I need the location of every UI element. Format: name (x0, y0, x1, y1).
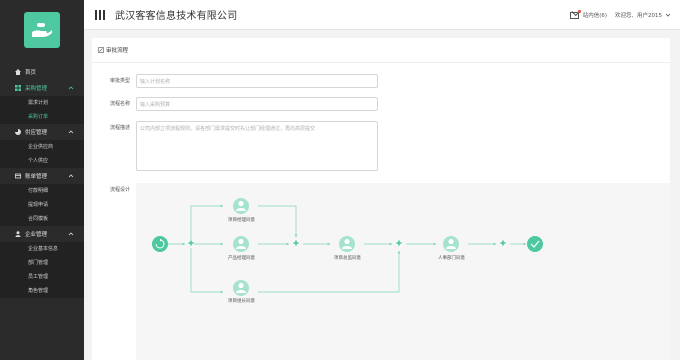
sidebar-group-label: 采购管理 (25, 86, 48, 92)
chevron-up-icon (68, 174, 74, 178)
sidebar-item-payment-details[interactable]: 付款明细 (0, 184, 84, 198)
chevron-down-icon[interactable] (665, 12, 671, 18)
submenu-billing: 付款明细 提现申请 合同模板 (0, 184, 84, 226)
app-logo[interactable] (24, 12, 60, 48)
menu-toggle-icon[interactable] (95, 9, 105, 20)
sidebar-item-contract-template[interactable]: 合同模板 (0, 212, 84, 226)
card-header: 审批流程 (92, 38, 670, 63)
user-node-2 (233, 236, 249, 252)
submenu-supply: 企业供应商 个人供应 (0, 140, 84, 168)
desc-label: 流程描述 (110, 125, 131, 131)
sidebar-menu: 首页 采购管理 需求计划 采购订单 供应管理 企业供应商 个人供应 账单管理 付… (0, 64, 84, 298)
unread-dot (577, 9, 581, 13)
user-menu[interactable]: 欢迎您、用户2015 (615, 11, 662, 19)
bill-icon (15, 173, 21, 179)
end-node (527, 236, 543, 252)
sidebar-group-label: 供应管理 (25, 130, 48, 136)
sidebar-item-roles[interactable]: 角色管理 (0, 284, 84, 298)
design-label: 流程设计 (110, 187, 131, 193)
top-header: 武汉客客信息技术有限公司 站内信(6) 欢迎您、用户2015 (84, 0, 680, 30)
company-title: 武汉客客信息技术有限公司 (115, 11, 238, 22)
header-actions: 站内信(6) 欢迎您、用户2015 (569, 0, 671, 30)
submenu-purchase: 需求计划 采购订单 (0, 96, 84, 124)
user-node-3 (233, 280, 249, 296)
pie-icon (15, 129, 21, 135)
sidebar-item-label: 首页 (25, 70, 37, 76)
sidebar-item-home[interactable]: 首页 (0, 64, 84, 80)
sidebar: 首页 采购管理 需求计划 采购订单 供应管理 企业供应商 个人供应 账单管理 付… (0, 0, 84, 360)
name-input[interactable]: 输入采购预算 (136, 97, 378, 111)
home-icon (15, 69, 21, 75)
logo-area (0, 0, 84, 60)
flow-designer[interactable]: 项目经理同意 产品经理同意 项目组长同意 项目总监同意 人事部门同意 (136, 183, 670, 360)
sidebar-item-personal-supply[interactable]: 个人供应 (0, 154, 84, 168)
type-label: 审批类型 (110, 78, 131, 84)
edit-icon (98, 47, 104, 53)
start-node (152, 236, 168, 252)
grid-icon (15, 85, 21, 91)
sidebar-item-staff[interactable]: 员工管理 (0, 270, 84, 284)
node-label-project-manager: 项目经理同意 (228, 218, 255, 223)
sidebar-group-billing[interactable]: 账单管理 (0, 168, 84, 184)
submenu-enterprise: 企业基本信息 部门管理 员工管理 角色管理 (0, 242, 84, 298)
sidebar-item-enterprise-info[interactable]: 企业基本信息 (0, 242, 84, 256)
node-label-director: 项目总监同意 (334, 256, 361, 261)
sidebar-group-enterprise[interactable]: 企业管理 (0, 226, 84, 242)
chevron-up-icon (68, 130, 74, 134)
chevron-up-icon (68, 232, 74, 236)
messages-link[interactable]: 站内信(6) (583, 11, 607, 19)
sidebar-group-label: 企业管理 (25, 232, 48, 238)
sidebar-item-purchase-order[interactable]: 采购订单 (0, 110, 84, 124)
sidebar-item-withdraw[interactable]: 提现申请 (0, 198, 84, 212)
user-icon (15, 231, 21, 237)
mail-icon[interactable] (569, 9, 581, 19)
chevron-up-icon (68, 86, 74, 90)
desc-textarea[interactable]: 公司内部立项流程规则，请各部门需求提交时先让部门经理通过，再向高层提交 (136, 121, 378, 171)
user-node-1 (233, 198, 249, 214)
hand-coin-icon (32, 23, 52, 37)
sidebar-group-label: 账单管理 (25, 174, 48, 180)
card-title: 审批流程 (106, 48, 129, 54)
user-node-5 (443, 236, 459, 252)
sidebar-item-department[interactable]: 部门管理 (0, 256, 84, 270)
sidebar-item-demand-plan[interactable]: 需求计划 (0, 96, 84, 110)
sidebar-group-supply[interactable]: 供应管理 (0, 124, 84, 140)
user-node-4 (339, 236, 355, 252)
node-label-product-manager: 产品经理同意 (228, 256, 255, 261)
node-label-team-lead: 项目组长同意 (228, 299, 255, 304)
node-label-hr: 人事部门同意 (438, 256, 465, 261)
sidebar-group-purchase[interactable]: 采购管理 (0, 80, 84, 96)
flow-diagram (152, 198, 543, 296)
name-label: 流程名称 (110, 101, 131, 107)
type-input[interactable]: 输入计划名称 (136, 74, 378, 88)
sidebar-item-enterprise-supplier[interactable]: 企业供应商 (0, 140, 84, 154)
approval-flow-card: 审批流程 审批类型 输入计划名称 流程名称 输入采购预算 流程描述 公司内部立项… (92, 38, 670, 360)
